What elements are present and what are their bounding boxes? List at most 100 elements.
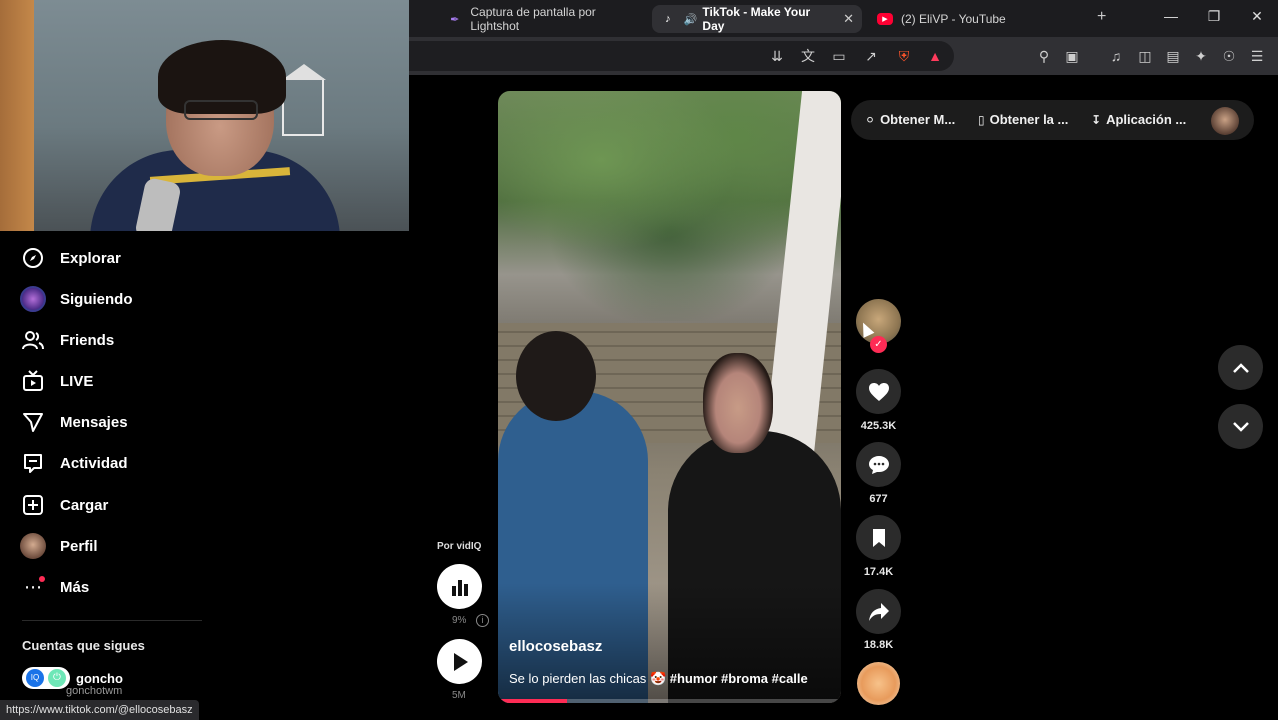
following-avatar — [20, 286, 46, 312]
play-icon — [453, 652, 468, 671]
vidiq-toggle-badge[interactable]: IQ ⏻ — [22, 667, 70, 689]
sidebar-item-label: Siguiendo — [60, 290, 133, 308]
followed-account-name: goncho — [76, 670, 123, 686]
download-app-button[interactable]: ↧ Aplicación ... — [1091, 112, 1186, 127]
more-dots-icon: ⋯ — [20, 574, 46, 600]
webcam-overlay — [0, 0, 409, 231]
coin-icon: ⚪ — [865, 112, 876, 127]
video-girl-head — [703, 353, 773, 453]
clown-emoji-icon: 🤡 — [649, 671, 667, 686]
sidebar-item-mas[interactable]: ⋯ Más — [20, 572, 89, 602]
sidebar-toggle-icon[interactable]: ◫ — [1136, 47, 1154, 65]
vidiq-percent: 9% — [452, 615, 467, 626]
tab-label: TikTok - Make Your Day — [702, 5, 811, 33]
brave-rewards-icon[interactable]: ▲ — [926, 47, 944, 65]
vidiq-stats-button[interactable] — [437, 564, 482, 609]
video-player[interactable]: ellocosebasz Se lo pierden las chicas 🤡 … — [498, 91, 841, 703]
next-video-button[interactable] — [1218, 404, 1263, 449]
sidebar-item-live[interactable]: LIVE — [20, 366, 93, 396]
phone-icon: ▯ — [978, 112, 985, 127]
vpn-shield-icon[interactable]: ☉ — [1220, 47, 1238, 65]
share-icon[interactable]: ↗ — [862, 47, 880, 65]
brave-shield-icon[interactable]: ⛨ — [895, 47, 913, 65]
download-icon: ↧ — [1091, 112, 1102, 127]
vidiq-label: Por vidIQ — [437, 541, 482, 552]
friends-icon — [20, 327, 46, 353]
tab-label: (2) EliVP - YouTube — [901, 12, 1006, 26]
compass-icon — [20, 245, 46, 271]
info-icon[interactable]: i — [476, 614, 489, 627]
like-button[interactable] — [856, 369, 901, 414]
follow-check-icon[interactable]: ✓ — [870, 336, 887, 353]
get-coins-button[interactable]: ⚪ Obtener M... — [865, 112, 955, 127]
caption-hashtags[interactable]: #humor #broma #calle — [670, 671, 808, 686]
sidebar-item-explorar[interactable]: Explorar — [20, 243, 121, 273]
sidebar-item-actividad[interactable]: Actividad — [20, 448, 128, 478]
heart-icon — [868, 382, 889, 401]
get-app-button[interactable]: ▯ Obtener la ... — [978, 112, 1068, 127]
send-icon — [20, 409, 46, 435]
sidebar-item-cargar[interactable]: Cargar — [20, 490, 108, 520]
play-button[interactable] — [437, 639, 482, 684]
tab-lightshot[interactable]: ✒ Captura de pantalla por Lightshot — [439, 5, 649, 33]
screenshot-icon[interactable]: ▣ — [1063, 47, 1081, 65]
minimize-button[interactable]: — — [1161, 8, 1181, 24]
sidebar-item-label: Mensajes — [60, 413, 128, 431]
comment-button[interactable] — [856, 442, 901, 487]
sidebar-item-label: Friends — [60, 331, 115, 349]
comment-count: 677 — [869, 493, 888, 505]
share-count: 18.8K — [863, 639, 894, 651]
like-count: 425.3K — [860, 420, 897, 432]
restore-button[interactable]: ❐ — [1204, 8, 1224, 25]
close-tab-icon[interactable]: ✕ — [833, 11, 854, 27]
vidiq-logo-icon: IQ — [26, 669, 44, 687]
vidiq-views: 5M — [452, 690, 466, 701]
music-disc[interactable] — [857, 662, 900, 705]
youtube-icon: ▶ — [877, 13, 893, 25]
save-count: 17.4K — [863, 566, 894, 578]
video-author-username[interactable]: ellocosebasz — [509, 638, 602, 655]
save-button[interactable] — [856, 515, 901, 560]
previous-video-button[interactable] — [1218, 345, 1263, 390]
following-section-title: Cuentas que sigues — [22, 638, 145, 653]
sidebar-item-friends[interactable]: Friends — [20, 325, 114, 355]
ai-sparkle-icon[interactable]: ✦ — [1192, 47, 1210, 65]
video-caption: Se lo pierden las chicas 🤡 #humor #broma… — [509, 671, 808, 687]
music-queue-icon[interactable]: ♫ — [1107, 47, 1125, 65]
sidebar-item-label: Perfil — [60, 537, 98, 555]
menu-icon[interactable]: ☰ — [1248, 47, 1266, 65]
new-tab-button[interactable]: + — [1097, 8, 1106, 26]
sidebar-item-perfil[interactable]: Perfil — [20, 531, 98, 561]
sidebar-item-label: Cargar — [60, 496, 109, 514]
share-button[interactable] — [856, 589, 901, 634]
status-bar-url: https://www.tiktok.com/@ellocosebasz — [0, 700, 199, 720]
profile-avatar-button[interactable] — [1211, 107, 1239, 135]
browser-toolbar: ⇊ 文 ▭ ↗ ⛨ ▲ ⚲ ▣ ♫ ◫ ▤ ✦ ☉ ☰ — [409, 37, 1278, 75]
sidebar: Explorar Siguiendo Friends LIVE Mensajes… — [0, 231, 409, 720]
upload-plus-icon — [20, 492, 46, 518]
sidebar-item-label: Más — [60, 578, 90, 596]
get-app-label: Obtener la ... — [989, 112, 1069, 127]
power-icon: ⏻ — [48, 669, 66, 687]
no-translate-icon[interactable]: ⇊ — [768, 47, 786, 65]
chevron-up-icon — [1232, 362, 1249, 373]
speaker-icon[interactable]: 🔊 — [684, 13, 698, 26]
sidebar-item-label: Explorar — [60, 249, 121, 267]
feather-icon: ✒ — [450, 13, 460, 26]
bar-chart-icon — [451, 579, 468, 596]
translate-icon[interactable]: 文 — [799, 47, 817, 65]
tab-tiktok[interactable]: ♪ 🔊 TikTok - Make Your Day ✕ — [652, 5, 862, 33]
sidebar-item-siguiendo[interactable]: Siguiendo — [20, 284, 133, 314]
wallet-icon[interactable]: ▤ — [1164, 47, 1182, 65]
followed-account-handle: gonchotwm — [66, 685, 123, 697]
live-tv-icon — [20, 368, 46, 394]
tiktok-icon: ♪ — [665, 13, 671, 25]
sidebar-item-mensajes[interactable]: Mensajes — [20, 407, 128, 437]
tab-youtube[interactable]: ▶ (2) EliVP - YouTube — [869, 5, 1079, 33]
browser-tab-bar: ✒ Captura de pantalla por Lightshot ♪ 🔊 … — [409, 0, 1278, 37]
close-window-button[interactable]: ✕ — [1247, 8, 1267, 25]
video-progress-fill — [498, 699, 567, 703]
extensions-icon[interactable]: ⚲ — [1035, 47, 1053, 65]
activity-icon — [20, 450, 46, 476]
cast-icon[interactable]: ▭ — [830, 47, 848, 65]
